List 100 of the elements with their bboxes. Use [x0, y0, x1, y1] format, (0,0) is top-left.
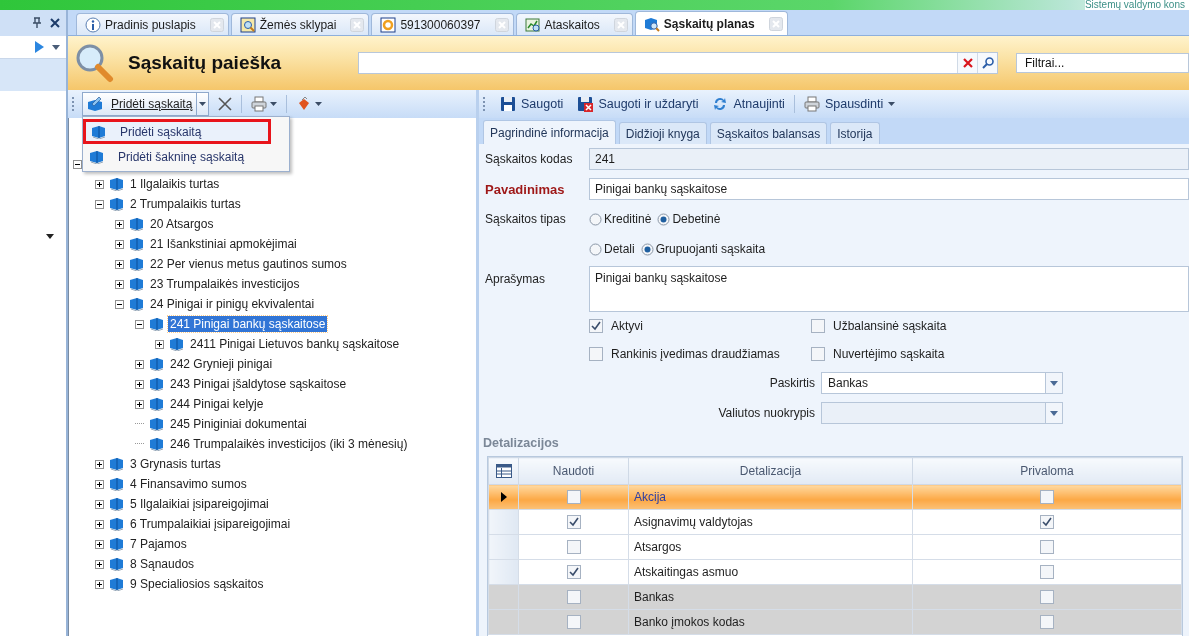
- expand-icon[interactable]: [155, 339, 164, 349]
- tree-item[interactable]: 9 Specialiosios sąskaitos: [128, 576, 266, 592]
- add-account-split-button[interactable]: Pridėti sąskaitą: [82, 92, 210, 116]
- checkbox-option[interactable]: Nuvertėjimo sąskaita: [811, 347, 1189, 361]
- tab[interactable]: Didžioji knyga: [618, 122, 707, 144]
- name-field[interactable]: Pinigai bankų sąskaitose: [589, 178, 1189, 200]
- expand-icon[interactable]: [95, 499, 104, 509]
- expand-icon[interactable]: [115, 239, 124, 249]
- expand-icon[interactable]: [95, 479, 104, 489]
- checkbox[interactable]: [589, 347, 603, 361]
- radio-option[interactable]: Kreditinė: [589, 212, 652, 226]
- toolbar-button[interactable]: Saugoti: [495, 93, 569, 115]
- caret-icon[interactable]: [52, 44, 60, 50]
- description-field[interactable]: Pinigai bankų sąskaitose: [589, 266, 1189, 312]
- checkbox-option[interactable]: Užbalansinė sąskaita: [811, 319, 1189, 333]
- expand-icon[interactable]: [135, 359, 144, 369]
- radio-option[interactable]: Grupuojanti sąskaita: [640, 242, 766, 256]
- document-tab[interactable]: Sąskaitų planas: [634, 11, 788, 35]
- expand-icon[interactable]: [95, 179, 104, 189]
- expand-icon[interactable]: [95, 579, 104, 589]
- document-tab[interactable]: 591300060397: [371, 13, 514, 35]
- toolbar-button[interactable]: Saugoti ir uždaryti: [572, 93, 704, 115]
- column-header[interactable]: Detalizacija: [628, 457, 913, 485]
- checkbox[interactable]: [1040, 540, 1054, 554]
- tree-item[interactable]: 24 Pinigai ir pinigų ekvivalentai: [148, 296, 317, 312]
- tree-item[interactable]: 21 Išankstiniai apmokėjimai: [148, 236, 299, 252]
- radio-button[interactable]: [640, 242, 654, 256]
- caret-icon[interactable]: [46, 234, 54, 239]
- tree-item[interactable]: 7 Pajamos: [128, 536, 189, 552]
- collapse-icon[interactable]: [95, 199, 104, 209]
- document-tab[interactable]: Pradinis puslapis: [76, 13, 229, 35]
- tree-item[interactable]: 2411 Pinigai Lietuvos bankų sąskaitose: [188, 336, 402, 352]
- tree-item[interactable]: 244 Pinigai kelyje: [168, 396, 266, 412]
- print-menu-button[interactable]: Spausdinti: [798, 93, 901, 115]
- checkbox[interactable]: [566, 565, 581, 579]
- menu-item[interactable]: Pridėti šakninę sąskaitą: [83, 144, 289, 169]
- radio-button[interactable]: [589, 212, 602, 226]
- tree-item[interactable]: 243 Pinigai įšaldytose sąskaitose: [168, 376, 349, 392]
- tree-item[interactable]: 246 Trumpalaikės investicijos (iki 3 mėnesių): [168, 436, 410, 452]
- checkbox[interactable]: [811, 347, 825, 361]
- purpose-dropdown[interactable]: Bankas: [821, 372, 1063, 394]
- tab[interactable]: Istorija: [830, 122, 880, 144]
- expand-icon[interactable]: [95, 539, 104, 549]
- code-field[interactable]: 241: [589, 148, 1189, 170]
- tree-item[interactable]: 4 Finansavimo sumos: [128, 476, 249, 492]
- radio-button[interactable]: [589, 242, 602, 256]
- clear-button[interactable]: [957, 53, 977, 73]
- filter-field[interactable]: Filtrai...: [1016, 53, 1189, 73]
- row-indicator[interactable]: [488, 484, 519, 510]
- collapse-icon[interactable]: [73, 159, 82, 169]
- checkbox[interactable]: [589, 319, 603, 333]
- radio-option[interactable]: Detali: [589, 242, 635, 256]
- tree-item[interactable]: 3 Grynasis turtas: [128, 456, 223, 472]
- table-icon[interactable]: [495, 464, 512, 478]
- document-tab[interactable]: Žemės sklypai: [230, 13, 370, 35]
- book-icon: [108, 477, 124, 491]
- play-icon[interactable]: [34, 41, 44, 53]
- tree-item[interactable]: 1 Ilgalaikis turtas: [128, 176, 222, 192]
- expand-icon[interactable]: [115, 259, 124, 269]
- expand-icon[interactable]: [115, 279, 124, 289]
- expand-icon[interactable]: [135, 399, 144, 409]
- menu-item[interactable]: Pridėti sąskaitą: [83, 119, 271, 144]
- pin-icon[interactable]: [32, 17, 42, 29]
- checkbox[interactable]: [1040, 515, 1054, 529]
- toolbar-button[interactable]: Atnaujinti: [707, 93, 790, 115]
- expand-icon[interactable]: [95, 559, 104, 569]
- column-header[interactable]: Naudoti: [518, 457, 629, 485]
- tree-item[interactable]: 5 Ilgalaikiai įsipareigojimai: [128, 496, 271, 512]
- close-icon[interactable]: [50, 18, 60, 28]
- expand-icon[interactable]: [115, 219, 124, 229]
- collapse-icon[interactable]: [115, 299, 124, 309]
- checkbox[interactable]: [811, 319, 825, 333]
- checkbox[interactable]: [566, 490, 581, 504]
- collapse-icon[interactable]: [135, 319, 144, 329]
- tree-item[interactable]: 20 Atsargos: [148, 216, 216, 232]
- expand-icon[interactable]: [135, 379, 144, 389]
- tree-item[interactable]: 241 Pinigai bankų sąskaitose: [168, 316, 328, 332]
- expand-icon[interactable]: [95, 459, 104, 469]
- search-field[interactable]: [357, 52, 998, 74]
- expand-icon[interactable]: [95, 519, 104, 529]
- checkbox[interactable]: [1040, 490, 1054, 504]
- checkbox[interactable]: [566, 515, 581, 529]
- tree-item[interactable]: 2 Trumpalaikis turtas: [128, 196, 243, 212]
- checkbox-option[interactable]: Aktyvi: [589, 319, 811, 333]
- checkbox[interactable]: [566, 540, 581, 554]
- document-tab[interactable]: Ataskaitos: [515, 13, 633, 35]
- checkbox[interactable]: [1040, 565, 1054, 579]
- radio-button[interactable]: [657, 212, 671, 226]
- tab[interactable]: Pagrindinė informacija: [483, 120, 616, 144]
- tree-item[interactable]: 23 Trumpalaikės investicijos: [148, 276, 302, 292]
- tree-item[interactable]: 22 Per vienus metus gautinos sumos: [148, 256, 349, 272]
- tree-item[interactable]: 8 Sąnaudos: [128, 556, 197, 572]
- tab[interactable]: Sąskaitos balansas: [709, 122, 828, 144]
- column-header[interactable]: Privaloma: [912, 457, 1182, 485]
- tree-item[interactable]: 242 Grynieji pinigai: [168, 356, 275, 372]
- search-button[interactable]: [977, 53, 997, 73]
- tree-item[interactable]: 6 Trumpalaikiai įsipareigojimai: [128, 516, 293, 532]
- checkbox-option[interactable]: Rankinis įvedimas draudžiamas: [589, 347, 811, 361]
- tree-item[interactable]: 245 Piniginiai dokumentai: [168, 416, 309, 432]
- radio-option[interactable]: Debetinė: [657, 212, 721, 226]
